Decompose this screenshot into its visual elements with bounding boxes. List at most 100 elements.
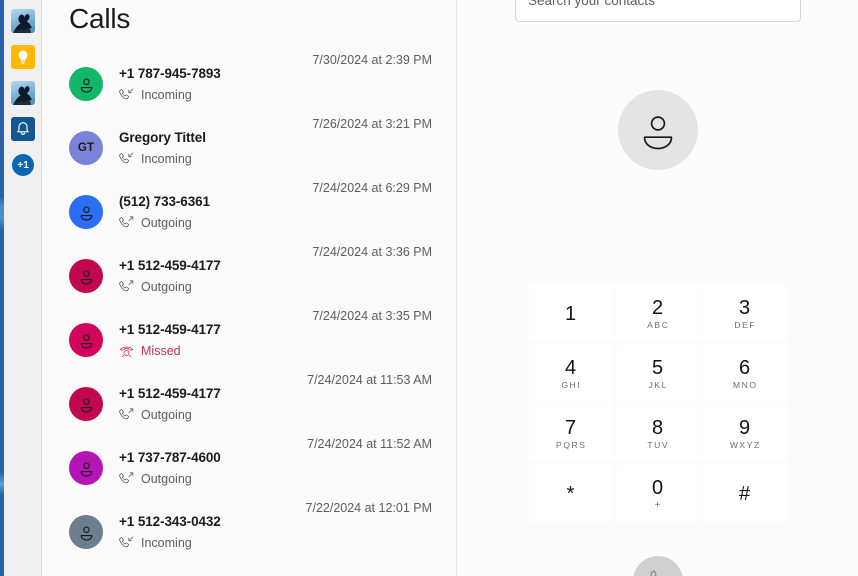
dialpad-key-hash[interactable]: # [702,464,787,522]
dialpad-key-sublabel: + [654,500,661,511]
call-contact-name: +1 512-459-4177 [119,258,221,273]
rail-item-app-photo-second[interactable] [4,75,42,111]
avatar [69,195,103,229]
call-timestamp: 7/24/2024 at 11:53 AM [307,373,432,387]
call-incoming-icon [119,152,134,164]
bell-icon [17,122,29,135]
call-list-item[interactable]: +1 737-787-4600 Outgoing 7/24/2024 at 11:5… [42,436,456,500]
call-list-item[interactable]: +1 512-459-4177 Missed 7/24/2024 at 3:35 P… [42,308,456,372]
dialpad-key-digit: 4 [564,357,577,379]
rail-item-app-photo-top[interactable] [4,3,42,39]
rail-item-app-more[interactable]: +1 [4,147,42,183]
dialpad-key-6[interactable]: 6 MNO [702,344,787,402]
call-direction-row: Incoming [119,151,312,167]
dialpad-key-0[interactable]: 0 + [615,464,700,522]
dialpad-key-7[interactable]: 7 PQRS [528,404,613,462]
call-item-text: +1 512-343-0432 Incoming [103,513,306,551]
dialpad-key-3[interactable]: 3 DEF [702,284,787,342]
dialpad-key-digit: 7 [564,417,577,439]
rail-item-app-ideas[interactable] [4,39,42,75]
avatar: GT [69,131,103,165]
lightbulb-icon [18,50,28,65]
call-timestamp: 7/30/2024 at 2:39 PM [312,53,432,67]
call-contact-name: Gregory Tittel [119,130,206,145]
photo-avatar-icon [11,9,35,33]
dialpad-key-sublabel: MNO [732,380,758,390]
call-outgoing-icon [119,472,134,484]
call-direction-label: Outgoing [141,280,192,294]
call-list-item[interactable]: +1 512-459-4177 Outgoing 7/24/2024 at 11:5… [42,372,456,436]
call-contact-name: +1 787-945-7893 [119,66,221,81]
call-incoming-icon [119,88,134,100]
avatar [69,387,103,421]
call-item-text: +1 512-459-4177 Missed [103,321,312,359]
call-direction-row: Incoming [119,535,306,551]
call-list-item[interactable]: +1 512-343-0432 Incoming 7/22/2024 at 12:0… [42,500,456,564]
call-timestamp: 7/22/2024 at 12:01 PM [305,501,432,515]
call-contact-name: +1 737-787-4600 [119,450,221,465]
call-item-text: (512) 733-6361 Outgoing [103,193,312,231]
person-icon [80,398,92,413]
person-icon [80,206,92,221]
call-direction-row: Outgoing [119,407,307,423]
person-icon [643,116,672,150]
person-icon [80,270,92,285]
call-timestamp: 7/24/2024 at 6:29 PM [312,181,432,195]
dialpad-key-digit: # [738,482,751,505]
avatar [69,323,103,357]
call-list-item[interactable]: (512) 733-6361 Outgoing 7/24/2024 at 6:29 … [42,180,456,244]
photo-avatar-icon [13,14,32,33]
dialpad-key-1[interactable]: 1 [528,284,613,342]
call-direction-row: Incoming [119,87,312,103]
call-outgoing-icon [119,216,134,228]
person-icon [80,78,92,93]
call-history-list: +1 787-945-7893 Incoming 7/30/2024 at 2:39… [42,52,456,564]
call-outgoing-icon [119,280,134,292]
dialpad-key-digit: 9 [738,417,751,439]
rail-item-app-notifications[interactable] [4,111,42,147]
phone-icon [649,570,657,576]
call-direction-row: Missed [119,343,312,359]
call-timestamp: 7/24/2024 at 3:36 PM [312,245,432,259]
call-outgoing-icon [119,408,134,420]
call-direction-label: Outgoing [141,216,192,230]
call-item-text: +1 512-459-4177 Outgoing [103,257,312,295]
dialpad-key-star[interactable]: * [528,464,613,522]
dialpad-key-sublabel: JKL [648,380,669,390]
place-call-button[interactable] [632,556,683,576]
call-contact-name: (512) 733-6361 [119,194,210,209]
search-input[interactable] [515,0,801,22]
avatar [69,67,103,101]
avatar [69,259,103,293]
dialpad-key-5[interactable]: 5 JKL [615,344,700,402]
call-list-item[interactable]: GT Gregory Tittel Incoming 7/26/2024 at 3:2… [42,116,456,180]
dialpad-key-digit: 2 [651,297,664,319]
call-direction-label: Outgoing [141,472,192,486]
person-icon [80,526,92,541]
dialpad-key-9[interactable]: 9 WXYZ [702,404,787,462]
call-timestamp: 7/24/2024 at 11:52 AM [307,437,432,451]
call-direction-row: Outgoing [119,471,307,487]
dialpad-key-8[interactable]: 8 TUV [615,404,700,462]
call-item-text: +1 512-459-4177 Outgoing [103,385,307,423]
call-item-text: +1 787-945-7893 Incoming [103,65,312,103]
lightbulb-icon [11,45,35,69]
calls-app-window: +1 Calls +1 787-945-7893 Incoming 7/30/202… [0,0,858,576]
calls-list-panel: Calls +1 787-945-7893 Incoming 7/30/2024 a… [42,0,457,576]
call-list-item[interactable]: +1 787-945-7893 Incoming 7/30/2024 at 2:39… [42,52,456,116]
dialpad-key-sublabel: ABC [647,320,670,330]
dialpad-key-4[interactable]: 4 GHI [528,344,613,402]
dialpad-key-2[interactable]: 2 ABC [615,284,700,342]
call-direction-row: Outgoing [119,215,312,231]
dialpad-key-digit: 1 [564,302,577,325]
page-title: Calls [69,3,131,34]
call-timestamp: 7/26/2024 at 3:21 PM [312,117,432,131]
rail-overflow-badge[interactable]: +1 [12,154,34,176]
call-contact-name: +1 512-459-4177 [119,386,221,401]
avatar [69,515,103,549]
call-list-item[interactable]: +1 512-459-4177 Outgoing 7/24/2024 at 3:36… [42,244,456,308]
call-contact-name: +1 512-343-0432 [119,514,221,529]
call-incoming-icon [119,536,134,548]
call-missed-icon [119,346,134,358]
call-direction-label: Outgoing [141,408,192,422]
